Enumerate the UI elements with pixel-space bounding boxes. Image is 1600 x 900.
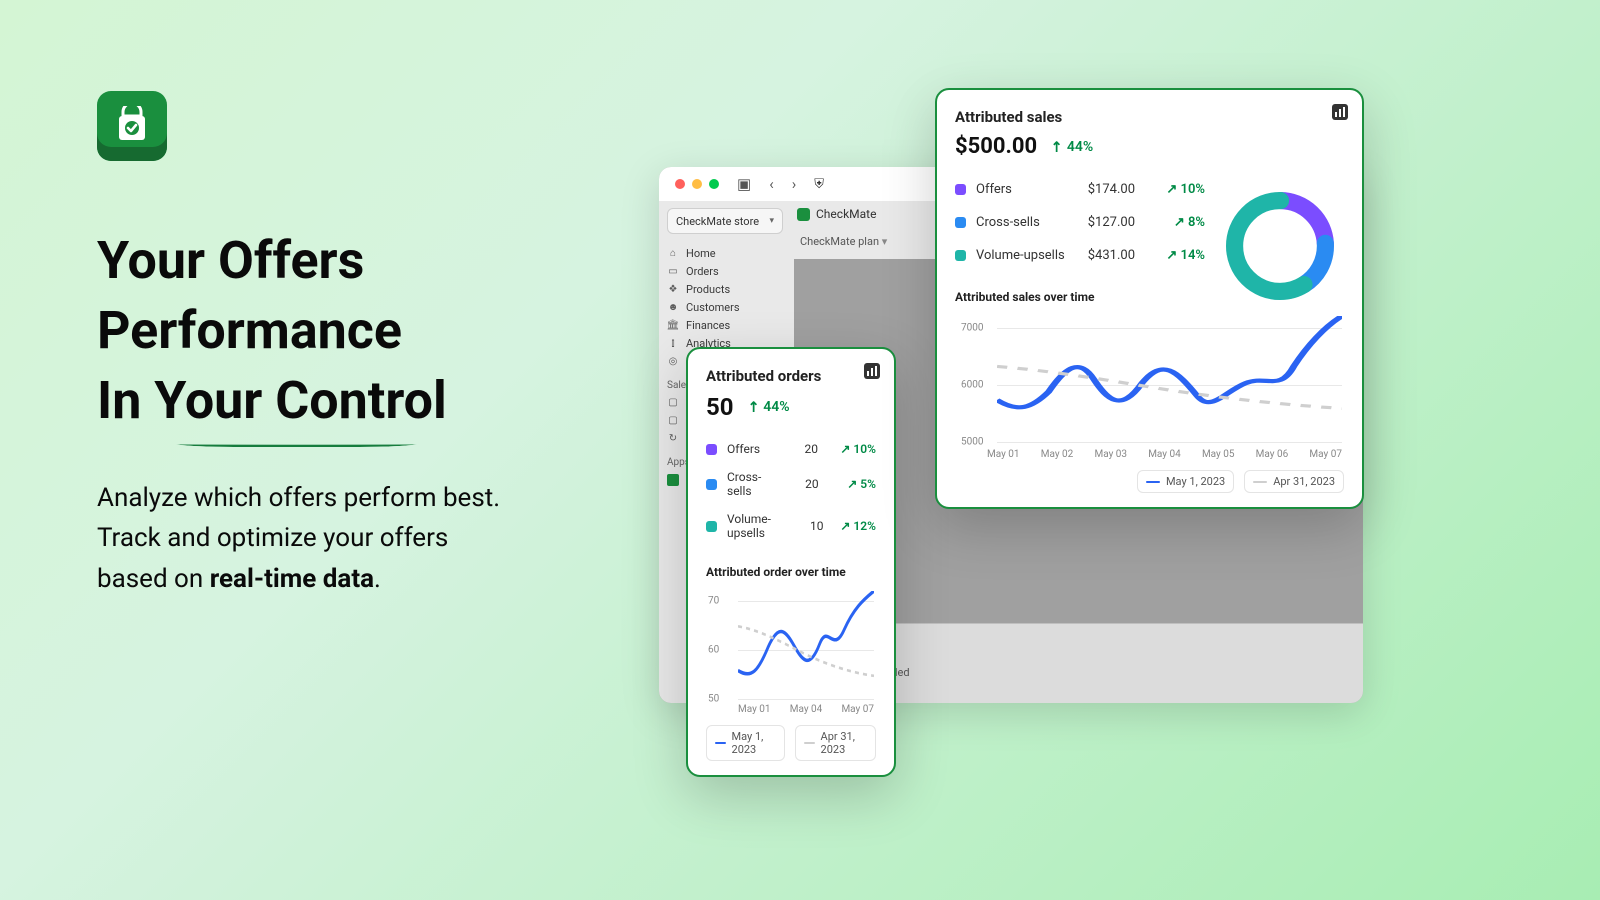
app-icon (667, 474, 679, 486)
breadcrumb: CheckMate (797, 207, 876, 221)
row-volume-upsells: Volume-upsells$431.00↗ 14% (955, 239, 1205, 272)
legend-swatch-icon (955, 250, 966, 261)
orders-delta: ↗44% (748, 399, 790, 415)
sidebar-item-home[interactable]: ⌂Home (667, 245, 787, 262)
nav-back-icon[interactable]: ‹ (769, 175, 774, 193)
headline-line-1: Your Offers (97, 230, 364, 291)
chart-subtitle: Attributed order over time (706, 565, 876, 579)
orders-value: 50 (706, 393, 734, 421)
chart-icon[interactable] (864, 363, 880, 379)
panel-line-2: pify recommended (818, 666, 1339, 679)
bank-icon: 🏛 (667, 320, 679, 332)
tag-icon: ❖ (667, 284, 679, 296)
sales-value: $500.00 (955, 134, 1037, 159)
analytics-icon: ⫾ (667, 338, 679, 350)
sidebar-item-products[interactable]: ❖Products (667, 281, 787, 298)
orders-line-chart: 70 60 50 May 01 May 04 May 07 (704, 585, 878, 715)
row-volume-upsells: Volume-upsells10↗ 12% (706, 505, 876, 547)
store-selector[interactable]: CheckMate store (667, 208, 783, 234)
legend-series-2[interactable]: Apr 31, 2023 (1244, 470, 1344, 493)
orders-icon: ▭ (667, 266, 679, 278)
legend-series-1[interactable]: May 1, 2023 (706, 725, 785, 761)
headline-line-3-pre: In (97, 370, 154, 431)
maximize-icon[interactable] (709, 179, 719, 189)
checkmate-logo (97, 91, 167, 161)
card-title: Attributed sales (955, 108, 1344, 126)
legend-series-2[interactable]: Apr 31, 2023 (795, 725, 876, 761)
page-subtext: Analyze which offers perform best. Track… (97, 478, 500, 599)
legend-swatch-icon (955, 217, 966, 228)
trend-up-icon: ↗ (1047, 137, 1067, 157)
panel-heading: cts to offer (818, 636, 1339, 649)
breadcrumb-app-name: CheckMate (816, 207, 876, 221)
chart-icon[interactable] (1332, 104, 1348, 120)
page-headline: Your Offers Performance In Your Control (97, 226, 447, 437)
card-title: Attributed orders (706, 367, 876, 385)
row-cross-sells: Cross-sells$127.00↗ 8% (955, 206, 1205, 239)
legend-swatch-icon (955, 184, 966, 195)
sidebar-item-finances[interactable]: 🏛Finances (667, 317, 787, 334)
attributed-orders-card: Attributed orders 50 ↗44% Offers20↗ 10% … (686, 347, 896, 777)
home-icon: ⌂ (667, 248, 679, 260)
legend-series-1[interactable]: May 1, 2023 (1137, 470, 1234, 493)
row-offers: Offers20↗ 10% (706, 435, 876, 463)
row-cross-sells: Cross-sells20↗ 5% (706, 463, 876, 505)
sidebar-toggle-icon[interactable]: ▣ (737, 175, 751, 193)
app-badge-icon (797, 208, 810, 221)
sales-donut-chart (1220, 186, 1340, 306)
chart-legend: May 1, 2023 Apr 31, 2023 (955, 470, 1344, 493)
chart-legend: May 1, 2023 Apr 31, 2023 (706, 725, 876, 761)
headline-line-2: Performance (97, 300, 402, 361)
sales-delta: ↗44% (1051, 139, 1093, 155)
target-icon: ◎ (667, 356, 679, 368)
sidebar-item-customers[interactable]: ☻Customers (667, 299, 787, 316)
sidebar-item-orders[interactable]: ▭Orders (667, 263, 787, 280)
shield-icon[interactable]: ⛨ (814, 177, 824, 192)
row-offers: Offers$174.00↗ 10% (955, 173, 1205, 206)
nav-forward-icon[interactable]: › (792, 175, 797, 193)
sales-line-chart: 7000 6000 5000 May 01 May 02 May 03 May … (953, 310, 1346, 460)
attributed-sales-card: Attributed sales $500.00 ↗44% Offers$174… (935, 88, 1364, 509)
headline-emphasis: Your Control (154, 370, 446, 431)
plan-dropdown[interactable]: CheckMate plan (800, 235, 887, 248)
legend-swatch-icon (706, 444, 717, 455)
store-selector-label: CheckMate store (676, 215, 759, 228)
panel-line-1: ct source (818, 653, 1339, 666)
legend-swatch-icon (706, 479, 717, 490)
legend-swatch-icon (706, 521, 717, 532)
trend-up-icon: ↗ (744, 397, 764, 417)
user-icon: ☻ (667, 302, 679, 314)
minimize-icon[interactable] (692, 179, 702, 189)
close-icon[interactable] (675, 179, 685, 189)
window-traffic-lights[interactable] (675, 179, 719, 189)
